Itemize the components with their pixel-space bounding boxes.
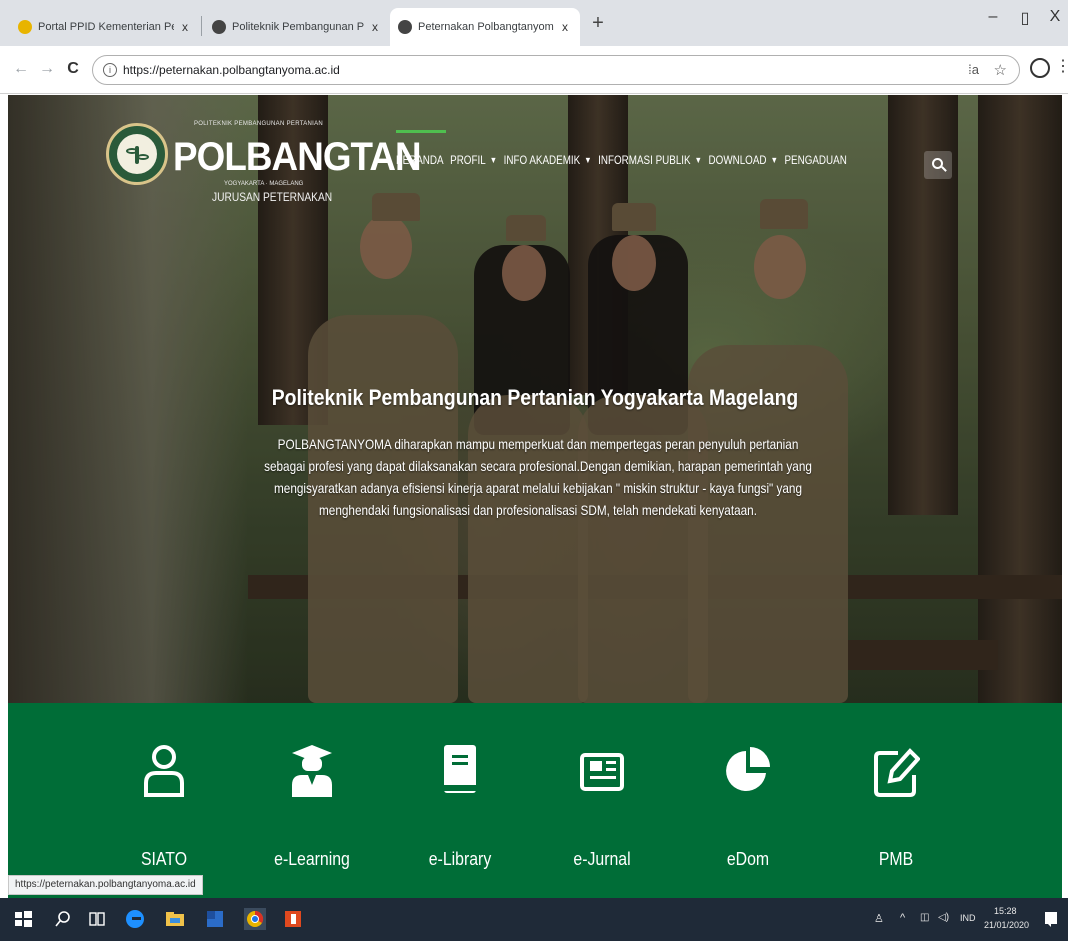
browser-tab-politeknik[interactable]: Politeknik Pembangunan Pertani x: [204, 8, 390, 46]
address-url[interactable]: https://peternakan.polbangtanyoma.ac.id: [123, 63, 340, 77]
nav-item-pengaduan[interactable]: PENGADUAN: [784, 153, 846, 167]
restore-button[interactable]: ▯: [1010, 8, 1040, 28]
nav-item-download[interactable]: DOWNLOAD: [709, 153, 767, 167]
service-pmb[interactable]: PMB: [826, 703, 966, 898]
network-icon[interactable]: ◫: [920, 912, 929, 923]
hero-banner: POLITEKNIK PEMBANGUNAN PERTANIAN POLBANG…: [8, 95, 1062, 703]
nav-item-informasi-publik[interactable]: INFORMASI PUBLIK: [598, 153, 690, 167]
edge-browser-icon[interactable]: [124, 908, 146, 930]
caret-down-icon: ▼: [584, 155, 592, 165]
pie-chart-icon: [726, 747, 770, 791]
tab-title: Portal PPID Kementerian Pertani: [38, 21, 174, 33]
link-status-bubble: https://peternakan.polbangtanyoma.ac.id: [8, 875, 203, 895]
windows-start-icon[interactable]: [12, 908, 34, 930]
new-tab-button[interactable]: +: [586, 12, 610, 35]
logo-subtext: YOGYAKARTA · MAGELANG: [224, 181, 304, 187]
edit-icon: [874, 748, 920, 797]
service-label: e-Jurnal: [573, 849, 631, 869]
forward-button[interactable]: →: [36, 60, 58, 78]
logo-department: JURUSAN PETERNAKAN: [212, 190, 333, 204]
hero-description: POLBANGTANYOMA diharapkan mampu memperku…: [198, 433, 878, 521]
service-label: PMB: [878, 849, 914, 869]
service-label: SIATO: [140, 849, 188, 869]
hero-description-line: sebagai profesi yang dapat dilaksanakan …: [264, 458, 812, 474]
translate-icon[interactable]: ⁞a: [968, 62, 979, 77]
browser-tab-strip: Portal PPID Kementerian Pertani x Polite…: [0, 0, 1068, 46]
windows-taskbar: ♙ ^ ◫ ◁) IND 15:28 21/01/2020: [0, 898, 1068, 941]
logo-top-text: POLITEKNIK PEMBANGUNAN PERTANIAN: [194, 121, 324, 127]
browser-menu-icon[interactable]: ⋮: [1055, 56, 1068, 76]
caret-down-icon: ▼: [489, 155, 498, 165]
globe-favicon-icon: [398, 20, 412, 34]
service-e-library[interactable]: e-Library: [390, 703, 530, 898]
main-nav: BERANDA PROFIL ▼ INFO AKADEMIK ▼ INFORMA…: [396, 153, 853, 167]
logo-wordmark[interactable]: POLBANGTAN: [173, 135, 422, 180]
caret-down-icon: ▼: [694, 155, 703, 165]
clock-date[interactable]: 21/01/2020: [984, 920, 1029, 930]
service-label: e-Library: [428, 849, 492, 869]
service-e-jurnal[interactable]: e-Jurnal: [532, 703, 672, 898]
profile-avatar-icon[interactable]: [1030, 58, 1050, 78]
tab-close-icon[interactable]: x: [178, 20, 192, 34]
tab-title: Politeknik Pembangunan Pertani: [232, 21, 364, 33]
language-indicator[interactable]: IND: [960, 913, 976, 923]
hero-description-line: mengisyaratkan adanya efisiensi kinerja …: [273, 480, 802, 496]
tray-chevron-icon[interactable]: ^: [900, 912, 905, 924]
service-label: eDom: [726, 849, 770, 869]
service-siato[interactable]: SIATO: [94, 703, 234, 898]
volume-icon[interactable]: ◁): [938, 912, 949, 923]
back-button[interactable]: ←: [10, 60, 32, 78]
site-info-icon[interactable]: i: [103, 63, 117, 77]
tab-title: Peternakan Polbangtanyoma – P: [418, 21, 554, 33]
hero-title: Politeknik Pembangunan Pertanian Yogyaka…: [271, 385, 799, 410]
office-app-icon[interactable]: [282, 908, 304, 930]
nav-item-info-akademik[interactable]: INFO AKADEMIK: [504, 153, 581, 167]
file-explorer-icon[interactable]: [164, 908, 186, 930]
task-view-icon[interactable]: [86, 908, 108, 930]
polbangtan-logo-emblem-icon[interactable]: [106, 123, 168, 185]
clock-time[interactable]: 15:28: [994, 906, 1017, 916]
minimize-button[interactable]: –: [978, 8, 1008, 26]
notification-icon[interactable]: [1040, 908, 1062, 930]
browser-toolbar: ← → C i https://peternakan.polbangtanyom…: [0, 46, 1068, 94]
service-label: e-Learning: [274, 849, 350, 869]
nav-active-indicator: [396, 130, 446, 133]
word-app-icon[interactable]: [204, 908, 226, 930]
reload-button[interactable]: C: [62, 60, 84, 78]
search-icon[interactable]: [52, 908, 74, 930]
close-window-button[interactable]: X: [1040, 8, 1068, 26]
nav-item-profil[interactable]: PROFIL: [450, 153, 486, 167]
address-bar[interactable]: i https://peternakan.polbangtanyoma.ac.i…: [92, 55, 1020, 85]
user-icon: [144, 745, 184, 797]
bookmark-star-icon[interactable]: ☆: [994, 61, 1007, 79]
service-edom[interactable]: eDom: [678, 703, 818, 898]
tab-close-icon[interactable]: x: [558, 20, 572, 34]
newspaper-icon: [580, 753, 624, 791]
hero-description-line: POLBANGTANYOMA diharapkan mampu memperku…: [277, 436, 799, 452]
book-icon: [444, 745, 476, 793]
services-section: SIATO e-Learning e-Library e-Jurnal eDom…: [8, 703, 1062, 898]
graduate-icon: [292, 745, 332, 797]
hero-description-line: menghendaki fungsionalisasi dan profesio…: [318, 502, 758, 518]
service-e-learning[interactable]: e-Learning: [242, 703, 382, 898]
people-icon[interactable]: ♙: [874, 912, 884, 925]
tab-close-icon[interactable]: x: [368, 20, 382, 34]
nav-item-beranda[interactable]: BERANDA: [396, 153, 444, 167]
browser-tab-peternakan[interactable]: Peternakan Polbangtanyoma – P x: [390, 8, 580, 46]
ppid-favicon-icon: [18, 20, 32, 34]
caret-down-icon: ▼: [770, 155, 778, 165]
chrome-browser-icon[interactable]: [244, 908, 266, 930]
search-button[interactable]: [924, 151, 952, 179]
globe-favicon-icon: [212, 20, 226, 34]
browser-tab-ppid[interactable]: Portal PPID Kementerian Pertani x: [10, 8, 200, 46]
tab-divider: [201, 16, 202, 36]
